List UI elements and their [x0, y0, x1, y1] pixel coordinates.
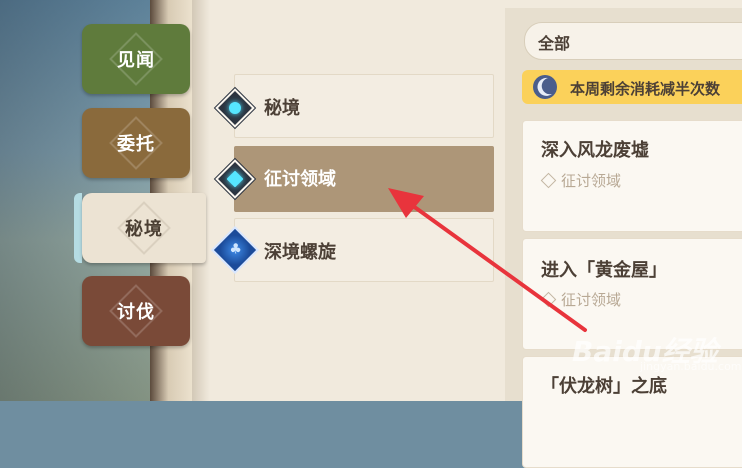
card-title: 深入风龙废墟 [541, 140, 649, 161]
tab-commissions[interactable]: 委托 [82, 108, 190, 178]
card-title: 「伏龙树」之底 [541, 376, 667, 397]
filter-label: 全部 [538, 34, 571, 53]
selected-tab-accent [74, 193, 82, 263]
tab-label: 秘境 [125, 219, 163, 240]
moon-icon [533, 75, 557, 99]
red-arrow-annotation [388, 188, 587, 332]
notice-text: 本周剩余消耗减半次数 [570, 80, 721, 98]
tab-label: 见闻 [117, 50, 155, 71]
tab-bosses[interactable]: 讨伐 [82, 276, 190, 346]
tab-label: 委托 [117, 134, 155, 155]
watermark: Baidu经验 jingyan.baidu.com [572, 330, 742, 373]
tab-domains[interactable]: 秘境 [82, 193, 206, 263]
menu-item-label: 征讨领域 [264, 169, 336, 190]
menu-item-label: 深境螺旋 [264, 242, 336, 263]
tab-label: 讨伐 [117, 302, 155, 323]
watermark-subtext: jingyan.baidu.com [640, 360, 742, 373]
tab-jianwen[interactable]: 见闻 [82, 24, 190, 94]
menu-item-label: 秘境 [264, 98, 300, 119]
